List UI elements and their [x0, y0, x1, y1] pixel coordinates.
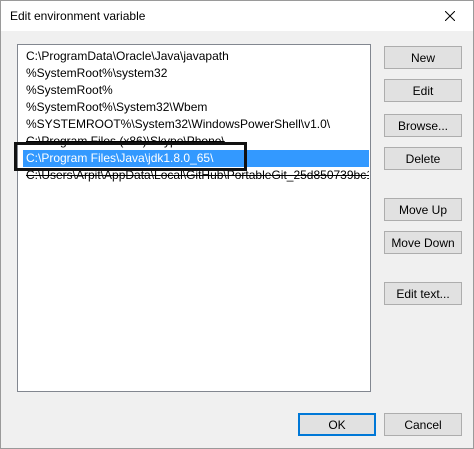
list-item[interactable]: C:\ProgramData\Oracle\Java\javapath	[23, 48, 369, 65]
browse-button[interactable]: Browse...	[384, 114, 462, 137]
delete-button[interactable]: Delete	[384, 147, 462, 170]
close-icon	[445, 11, 455, 21]
new-button[interactable]: New	[384, 46, 462, 69]
move-down-button[interactable]: Move Down	[384, 231, 462, 254]
list-item[interactable]: %SystemRoot%	[23, 82, 369, 99]
ok-button[interactable]: OK	[298, 413, 376, 436]
edit-button[interactable]: Edit	[384, 79, 462, 102]
move-up-button[interactable]: Move Up	[384, 198, 462, 221]
list-item[interactable]: %SystemRoot%\system32	[23, 65, 369, 82]
edit-env-variable-dialog: Edit environment variable C:\ProgramData…	[0, 0, 474, 449]
list-item[interactable]: C:\Users\Arpit\AppData\Local\GitHub\Port…	[23, 167, 369, 184]
close-button[interactable]	[427, 1, 473, 31]
list-item[interactable]: C:\Program Files (x86)\Skype\Phone\	[23, 133, 369, 150]
list-item[interactable]: %SystemRoot%\System32\Wbem	[23, 99, 369, 116]
list-item-selected[interactable]: C:\Program Files\Java\jdk1.8.0_65\	[23, 150, 369, 167]
path-list[interactable]: C:\ProgramData\Oracle\Java\javapath %Syst…	[17, 44, 371, 392]
list-item[interactable]: %SYSTEMROOT%\System32\WindowsPowerShell\…	[23, 116, 369, 133]
title-bar: Edit environment variable	[1, 1, 473, 31]
edit-text-button[interactable]: Edit text...	[384, 282, 462, 305]
window-title: Edit environment variable	[10, 9, 146, 23]
cancel-button[interactable]: Cancel	[384, 413, 462, 436]
